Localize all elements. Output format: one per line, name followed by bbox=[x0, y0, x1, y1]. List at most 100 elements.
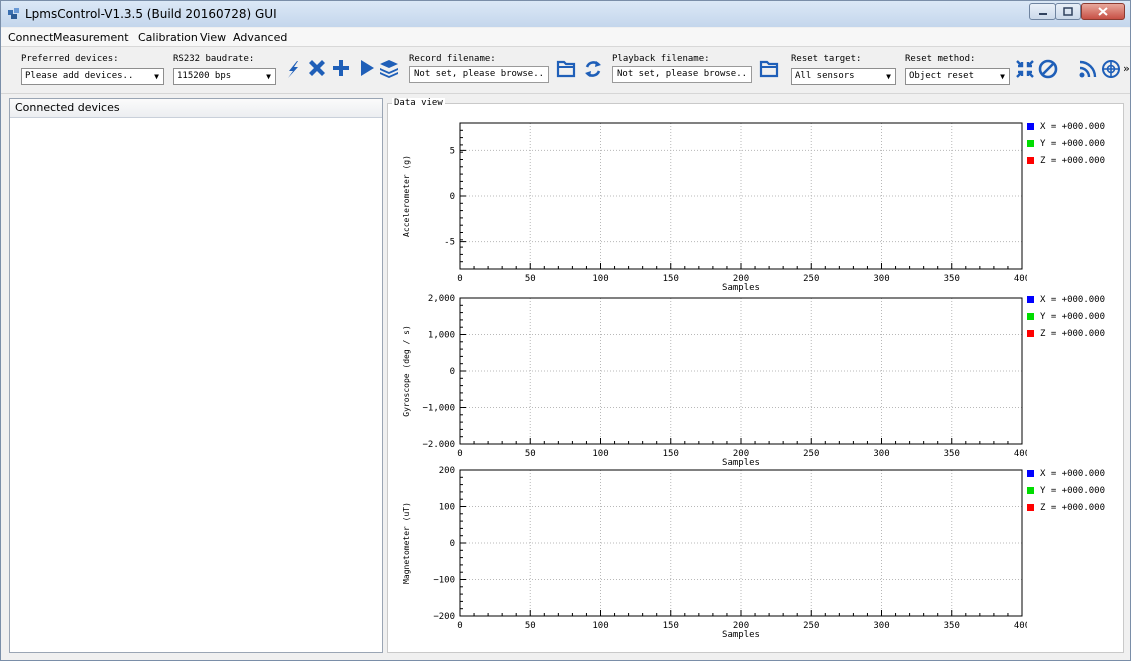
x-tick-label: 100 bbox=[592, 621, 608, 631]
play-icon[interactable] bbox=[355, 57, 379, 81]
legend-swatch-z bbox=[1027, 330, 1034, 337]
legend-label-x: X = +000.000 bbox=[1040, 122, 1106, 132]
legend-label-x: X = +000.000 bbox=[1040, 469, 1106, 479]
preferred-devices-select[interactable]: Please add devices.. ▼ bbox=[21, 68, 164, 85]
x-tick-label: 350 bbox=[944, 274, 960, 284]
reset-target-select[interactable]: All sensors ▼ bbox=[791, 68, 896, 85]
playback-filename-label: Playback filename: bbox=[612, 54, 710, 64]
layers-icon[interactable] bbox=[377, 57, 401, 81]
close-button[interactable] bbox=[1081, 3, 1125, 20]
legend-label-z: Z = +000.000 bbox=[1040, 329, 1106, 339]
record-filename-value: Not set, please browse.. bbox=[414, 69, 545, 79]
app-window: LpmsControl-V1.3.5 (Build 20160728) GUI … bbox=[0, 0, 1131, 661]
legend-swatch-y bbox=[1027, 487, 1034, 494]
x-tick-label: 250 bbox=[803, 274, 819, 284]
window-title: LpmsControl-V1.3.5 (Build 20160728) GUI bbox=[25, 7, 277, 21]
target-globe-icon[interactable] bbox=[1099, 57, 1123, 81]
legend-item-x: X = +000.000 bbox=[1027, 469, 1105, 486]
legend-item-y: Y = +000.000 bbox=[1027, 486, 1105, 503]
y-tick-label: 5 bbox=[450, 146, 455, 156]
record-filename-label: Record filename: bbox=[409, 54, 496, 64]
reset-method-select[interactable]: Object reset ▼ bbox=[905, 68, 1010, 85]
legend-item-x: X = +000.000 bbox=[1027, 295, 1105, 312]
legend-swatch-z bbox=[1027, 504, 1034, 511]
x-tick-label: 100 bbox=[592, 449, 608, 459]
chevron-down-icon: ▼ bbox=[154, 72, 159, 81]
menu-connect[interactable]: Connect bbox=[8, 31, 53, 44]
refresh-icon[interactable] bbox=[581, 57, 605, 81]
title-bar: LpmsControl-V1.3.5 (Build 20160728) GUI bbox=[1, 1, 1130, 27]
y-tick-label: 200 bbox=[439, 466, 455, 476]
y-axis-label: Magnetometer (uT) bbox=[402, 502, 411, 584]
y-tick-label: 1,000 bbox=[428, 331, 455, 341]
minimize-icon bbox=[1039, 13, 1047, 15]
legend-swatch-x bbox=[1027, 296, 1034, 303]
x-tick-label: 350 bbox=[944, 449, 960, 459]
folder-browse-icon[interactable] bbox=[757, 57, 781, 81]
reset-method-value: Object reset bbox=[909, 71, 975, 81]
menu-bar: Connect Measurement Calibration View Adv… bbox=[1, 28, 1130, 47]
legend-label-z: Z = +000.000 bbox=[1040, 503, 1106, 513]
x-tick-label: 150 bbox=[663, 621, 679, 631]
legend-item-z: Z = +000.000 bbox=[1027, 503, 1105, 520]
x-tick-label: 150 bbox=[663, 449, 679, 459]
x-tick-label: 0 bbox=[457, 449, 462, 459]
legend-item-z: Z = +000.000 bbox=[1027, 329, 1105, 346]
legend-swatch-x bbox=[1027, 470, 1034, 477]
maximize-button[interactable] bbox=[1055, 3, 1081, 20]
signal-feed-icon[interactable] bbox=[1076, 57, 1100, 81]
x-tick-label: 50 bbox=[525, 449, 536, 459]
legend-item-z: Z = +000.000 bbox=[1027, 156, 1105, 173]
connect-lightning-icon[interactable] bbox=[281, 57, 305, 81]
add-device-plus-icon[interactable] bbox=[329, 57, 353, 81]
legend-swatch-z bbox=[1027, 157, 1034, 164]
menu-advanced[interactable]: Advanced bbox=[233, 31, 287, 44]
x-tick-label: 350 bbox=[944, 621, 960, 631]
compress-arrows-icon[interactable] bbox=[1013, 57, 1037, 81]
y-axis-label: Accelerometer (g) bbox=[402, 155, 411, 237]
x-tick-label: 300 bbox=[873, 621, 889, 631]
accelerometer-legend: X = +000.000 Y = +000.000 Z = +000.000 bbox=[1027, 122, 1105, 173]
gyroscope-legend: X = +000.000 Y = +000.000 Z = +000.000 bbox=[1027, 295, 1105, 346]
baudrate-select[interactable]: 115200 bps ▼ bbox=[173, 68, 276, 85]
x-tick-label: 250 bbox=[803, 621, 819, 631]
x-tick-label: 50 bbox=[525, 621, 536, 631]
x-axis-label: Samples bbox=[722, 630, 760, 640]
chevron-down-icon: ▼ bbox=[266, 72, 271, 81]
playback-filename-field[interactable]: Not set, please browse.. bbox=[612, 66, 752, 83]
x-tick-label: 400 bbox=[1014, 274, 1027, 284]
record-filename-field[interactable]: Not set, please browse.. bbox=[409, 66, 549, 83]
y-tick-label: −100 bbox=[433, 576, 455, 586]
minimize-button[interactable] bbox=[1029, 3, 1056, 20]
folder-browse-icon[interactable] bbox=[554, 57, 578, 81]
x-tick-label: 0 bbox=[457, 274, 462, 284]
playback-filename-value: Not set, please browse.. bbox=[617, 69, 748, 79]
gyroscope-chart: 0501001502002503003504002,0001,0000−1,00… bbox=[402, 294, 1027, 468]
menu-calibration[interactable]: Calibration bbox=[138, 31, 198, 44]
preferred-devices-label: Preferred devices: bbox=[21, 54, 119, 64]
legend-item-y: Y = +000.000 bbox=[1027, 139, 1105, 156]
toolbar-overflow-button[interactable]: » bbox=[1123, 62, 1130, 75]
legend-item-y: Y = +000.000 bbox=[1027, 312, 1105, 329]
menu-measurement[interactable]: Measurement bbox=[53, 31, 129, 44]
y-tick-label: −200 bbox=[433, 612, 455, 622]
legend-label-y: Y = +000.000 bbox=[1040, 486, 1106, 496]
menu-view[interactable]: View bbox=[200, 31, 226, 44]
x-tick-label: 0 bbox=[457, 621, 462, 631]
legend-item-x: X = +000.000 bbox=[1027, 122, 1105, 139]
x-tick-label: 250 bbox=[803, 449, 819, 459]
y-tick-label: 2,000 bbox=[428, 294, 455, 304]
disconnect-x-icon[interactable] bbox=[305, 57, 329, 81]
baudrate-label: RS232 baudrate: bbox=[173, 54, 255, 64]
legend-swatch-y bbox=[1027, 313, 1034, 320]
x-tick-label: 150 bbox=[663, 274, 679, 284]
y-tick-label: 100 bbox=[439, 503, 455, 513]
data-view-label: Data view bbox=[392, 98, 445, 108]
baudrate-value: 115200 bps bbox=[177, 71, 232, 81]
y-tick-label: −1,000 bbox=[422, 404, 455, 414]
y-tick-label: 0 bbox=[450, 367, 455, 377]
legend-label-y: Y = +000.000 bbox=[1040, 312, 1106, 322]
cancel-icon[interactable] bbox=[1036, 57, 1060, 81]
chevron-down-icon: ▼ bbox=[886, 72, 891, 81]
legend-label-x: X = +000.000 bbox=[1040, 295, 1106, 305]
